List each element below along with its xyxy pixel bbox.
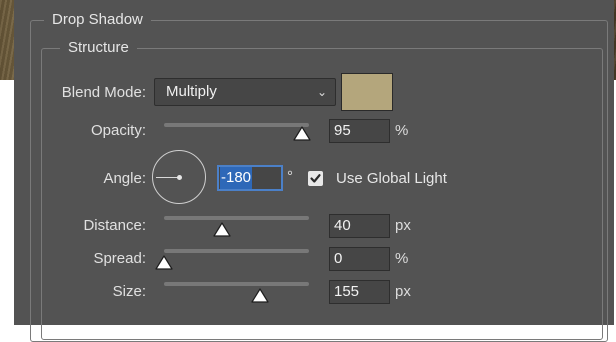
opacity-slider-track[interactable] bbox=[164, 123, 309, 127]
angle-label: Angle: bbox=[103, 170, 146, 187]
opacity-input[interactable]: 95 bbox=[329, 119, 390, 143]
angle-dial-center bbox=[177, 175, 182, 180]
angle-input[interactable]: -180 bbox=[217, 165, 283, 191]
angle-degree-unit: ° bbox=[287, 168, 293, 185]
spread-label: Spread: bbox=[93, 250, 146, 267]
distance-input[interactable]: 40 bbox=[329, 214, 390, 238]
size-unit: px bbox=[395, 283, 411, 300]
checkmark-icon bbox=[310, 174, 321, 183]
spread-slider-thumb[interactable] bbox=[155, 255, 173, 270]
blend-mode-select[interactable]: Multiply ⌄ bbox=[154, 78, 336, 106]
spread-slider-track[interactable] bbox=[164, 249, 309, 253]
opacity-slider-thumb[interactable] bbox=[293, 126, 311, 141]
distance-slider-track[interactable] bbox=[164, 216, 309, 220]
distance-label: Distance: bbox=[83, 217, 146, 234]
spread-input[interactable]: 0 bbox=[329, 247, 390, 271]
opacity-unit: % bbox=[395, 122, 409, 139]
drop-shadow-title: Drop Shadow bbox=[44, 11, 151, 29]
distance-slider-thumb[interactable] bbox=[213, 222, 231, 237]
use-global-light-checkbox[interactable] bbox=[308, 171, 323, 186]
blend-mode-label: Blend Mode: bbox=[61, 84, 146, 101]
distance-unit: px bbox=[395, 217, 411, 234]
blend-mode-value: Multiply bbox=[166, 83, 217, 100]
angle-dial[interactable] bbox=[152, 150, 206, 204]
angle-value: -180 bbox=[220, 167, 253, 189]
size-label: Size: bbox=[112, 283, 146, 300]
size-slider-track[interactable] bbox=[164, 282, 309, 286]
chevron-down-icon: ⌄ bbox=[316, 85, 327, 99]
spread-unit: % bbox=[395, 250, 409, 267]
use-global-light-label[interactable]: Use Global Light bbox=[336, 170, 447, 188]
layer-style-dialog: Drop Shadow Structure Blend Mode: Multip… bbox=[14, 0, 614, 342]
structure-title: Structure bbox=[60, 39, 137, 57]
shadow-color-swatch[interactable] bbox=[341, 73, 393, 111]
opacity-label: Opacity: bbox=[90, 122, 146, 139]
size-slider-thumb[interactable] bbox=[251, 288, 269, 303]
size-input[interactable]: 155 bbox=[329, 280, 390, 304]
